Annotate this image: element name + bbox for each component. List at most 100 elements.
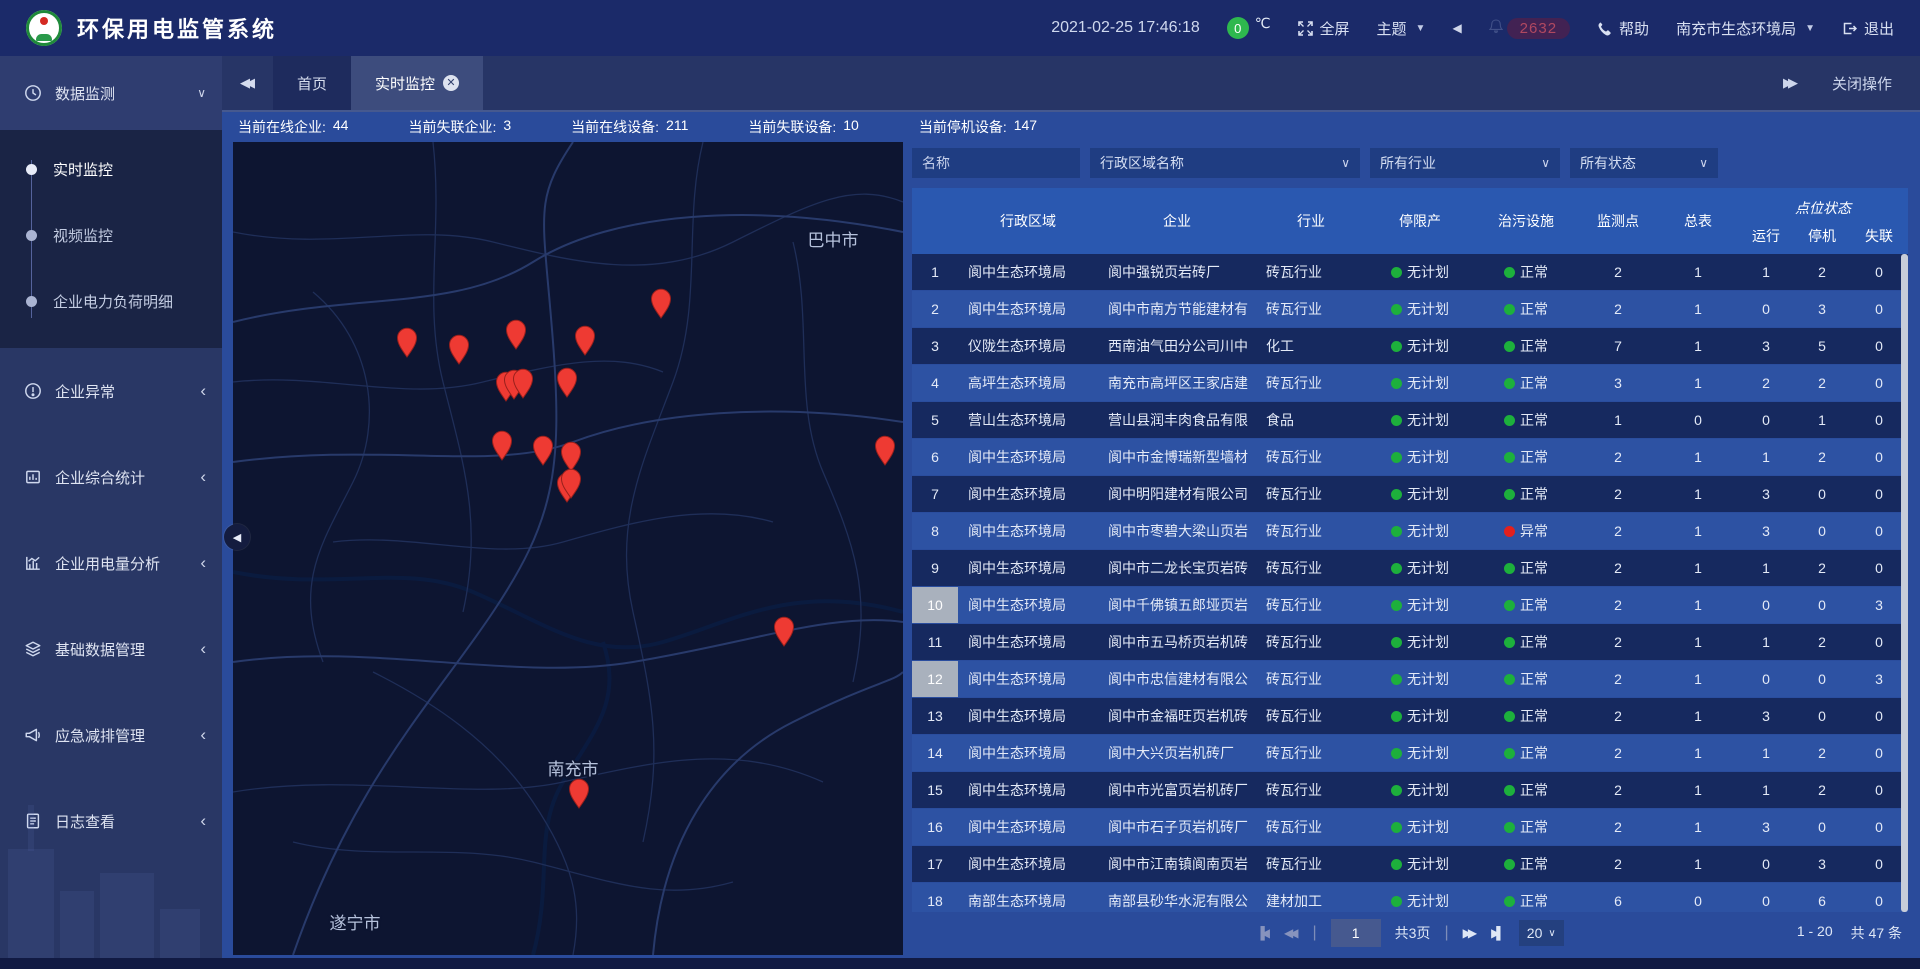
chevron-left-icon: ‹ <box>200 472 206 482</box>
sidebar-subitem[interactable]: 企业电力负荷明细 <box>0 268 222 334</box>
cell-region: 阆中生态环境局 <box>958 595 1098 615</box>
cell-stop-count: 2 <box>1794 560 1850 576</box>
fullscreen-button[interactable]: 全屏 <box>1298 18 1350 39</box>
table-row[interactable]: 10 阆中生态环境局 阆中千佛镇五郎垭页岩 砖瓦行业 无计划 正常 2 1 0 … <box>912 587 1908 624</box>
map-canvas[interactable]: 巴中市南充市遂宁市 <box>233 142 903 955</box>
chevron-down-icon: ∨ <box>1689 156 1708 170</box>
tab-home[interactable]: 首页 <box>273 56 351 110</box>
next-page-icon[interactable]: ▶▶ <box>1463 926 1477 940</box>
sidebar-item[interactable]: 企业异常‹ <box>0 348 222 434</box>
cell-industry: 化工 <box>1256 336 1366 356</box>
table-row[interactable]: 13 阆中生态环境局 阆中市金福旺页岩机砖 砖瓦行业 无计划 正常 2 1 3 … <box>912 698 1908 735</box>
name-search-input[interactable] <box>912 148 1080 178</box>
close-operations-button[interactable]: 关闭操作 <box>1832 73 1892 94</box>
cell-total-meters: 0 <box>1658 893 1738 909</box>
cell-region: 阆中生态环境局 <box>958 854 1098 874</box>
cell-company: 阆中市枣碧大梁山页岩 <box>1098 521 1256 541</box>
range-label: 1 - 20 <box>1797 923 1833 943</box>
sidebar-item[interactable]: 日志查看‹ <box>0 778 222 864</box>
cell-facility-status: 正常 <box>1474 410 1578 430</box>
status-dot <box>1504 341 1515 352</box>
table-row[interactable]: 5 营山生态环境局 营山县润丰肉食品有限 食品 无计划 正常 1 0 0 1 0 <box>912 402 1908 439</box>
sound-toggle-icon[interactable]: ◀ <box>1452 21 1461 35</box>
cell-limit-status: 无计划 <box>1366 484 1474 504</box>
table-row[interactable]: 18 南部生态环境局 南部县砂华水泥有限公 建材加工 无计划 正常 6 0 0 … <box>912 883 1908 912</box>
status-select[interactable]: 所有状态 ∨ <box>1570 148 1718 178</box>
cell-facility-status: 正常 <box>1474 743 1578 763</box>
region-select[interactable]: 行政区域名称 ∨ <box>1090 148 1360 178</box>
cell-lost-count: 0 <box>1850 819 1908 835</box>
table-row[interactable]: 12 阆中生态环境局 阆中市忠信建材有限公 砖瓦行业 无计划 正常 2 1 0 … <box>912 661 1908 698</box>
cell-monitor-points: 2 <box>1578 560 1658 576</box>
cell-total-meters: 1 <box>1658 745 1738 761</box>
cell-industry: 砖瓦行业 <box>1256 743 1366 763</box>
prev-page-icon[interactable]: ◀◀ <box>1284 926 1298 940</box>
cell-lost-count: 0 <box>1850 338 1908 354</box>
org-dropdown[interactable]: 南充市生态环境局 ▼ <box>1676 18 1815 39</box>
cell-facility-status: 正常 <box>1474 262 1578 282</box>
cell-stop-count: 0 <box>1794 708 1850 724</box>
page-number-input[interactable] <box>1331 919 1381 947</box>
col-header-limit: 停限产 <box>1366 188 1474 254</box>
map-panel[interactable]: 巴中市南充市遂宁市 <box>233 142 903 955</box>
status-dot <box>1391 859 1402 870</box>
table-row[interactable]: 17 阆中生态环境局 阆中市江南镇阆南页岩 砖瓦行业 无计划 正常 2 1 0 … <box>912 846 1908 883</box>
cell-total-meters: 1 <box>1658 523 1738 539</box>
col-header-industry: 行业 <box>1256 188 1366 254</box>
status-dot <box>1504 415 1515 426</box>
sidebar-item[interactable]: 应急减排管理‹ <box>0 692 222 778</box>
tab-bar-right: ▶▶ 关闭操作 <box>1783 56 1920 110</box>
table-row[interactable]: 15 阆中生态环境局 阆中市光富页岩机砖厂 砖瓦行业 无计划 正常 2 1 1 … <box>912 772 1908 809</box>
cell-region: 阆中生态环境局 <box>958 558 1098 578</box>
status-dot <box>1391 267 1402 278</box>
table-row[interactable]: 7 阆中生态环境局 阆中明阳建材有限公司 砖瓦行业 无计划 正常 2 1 3 0… <box>912 476 1908 513</box>
table-scrollbar[interactable] <box>1901 254 1908 912</box>
tab-close-icon[interactable]: ✕ <box>443 75 459 91</box>
sidebar-group: 企业综合统计‹ <box>0 434 222 520</box>
sidebar-item[interactable]: 企业综合统计‹ <box>0 434 222 520</box>
chevron-down-icon: ∨ <box>1331 156 1350 170</box>
tabs-scroll-right-icon[interactable]: ▶▶ <box>1783 75 1798 91</box>
table-row[interactable]: 14 阆中生态环境局 阆中大兴页岩机砖厂 砖瓦行业 无计划 正常 2 1 1 2… <box>912 735 1908 772</box>
sidebar-subitem[interactable]: 实时监控 <box>0 136 222 202</box>
cell-limit-status: 无计划 <box>1366 817 1474 837</box>
col-header-run: 运行 <box>1738 218 1794 254</box>
sidebar-collapse-button[interactable]: ◀ <box>224 524 250 550</box>
sidebar-item[interactable]: 基础数据管理‹ <box>0 606 222 692</box>
page-size-select[interactable]: 20 ∨ <box>1519 920 1564 946</box>
sidebar-item[interactable]: 企业用电量分析‹ <box>0 520 222 606</box>
notification-widget[interactable]: 2632 <box>1489 18 1570 39</box>
logout-button[interactable]: 退出 <box>1842 18 1894 39</box>
table-row[interactable]: 9 阆中生态环境局 阆中市二龙长宝页岩砖 砖瓦行业 无计划 正常 2 1 1 2… <box>912 550 1908 587</box>
table-row[interactable]: 4 高坪生态环境局 南充市高坪区王家店建 砖瓦行业 无计划 正常 3 1 2 2… <box>912 365 1908 402</box>
sidebar-item[interactable]: 数据监测∨ <box>0 56 222 130</box>
table-row[interactable]: 16 阆中生态环境局 阆中市石子页岩机砖厂 砖瓦行业 无计划 正常 2 1 3 … <box>912 809 1908 846</box>
table-row[interactable]: 1 阆中生态环境局 阆中强锐页岩砖厂 砖瓦行业 无计划 正常 2 1 1 2 0 <box>912 254 1908 291</box>
industry-select[interactable]: 所有行业 ∨ <box>1370 148 1560 178</box>
cell-company: 南部县砂华水泥有限公 <box>1098 891 1256 911</box>
app-root: 环保用电监管系统 2021-02-25 17:46:18 0 ℃ 全屏 主题 ▼… <box>0 0 1920 969</box>
status-dot <box>1504 267 1515 278</box>
tab-realtime-monitor[interactable]: 实时监控 ✕ <box>351 56 483 110</box>
cell-facility-status: 正常 <box>1474 373 1578 393</box>
cell-monitor-points: 2 <box>1578 486 1658 502</box>
cell-industry: 砖瓦行业 <box>1256 854 1366 874</box>
sidebar-subitem[interactable]: 视频监控 <box>0 202 222 268</box>
tabs-scroll-left-icon[interactable]: ◀◀ <box>222 56 273 110</box>
table-row[interactable]: 2 阆中生态环境局 阆中市南方节能建材有 砖瓦行业 无计划 正常 2 1 0 3… <box>912 291 1908 328</box>
cell-region: 营山生态环境局 <box>958 410 1098 430</box>
cell-run-count: 0 <box>1738 597 1794 613</box>
table-row[interactable]: 6 阆中生态环境局 阆中市金博瑞新型墙材 砖瓦行业 无计划 正常 2 1 1 2… <box>912 439 1908 476</box>
cell-facility-status: 正常 <box>1474 558 1578 578</box>
table-row[interactable]: 8 阆中生态环境局 阆中市枣碧大梁山页岩 砖瓦行业 无计划 异常 2 1 3 0… <box>912 513 1908 550</box>
theme-dropdown[interactable]: 主题 ▼ <box>1377 18 1426 39</box>
help-button[interactable]: 帮助 <box>1597 18 1649 39</box>
first-page-icon[interactable]: ▐◀ <box>1256 926 1270 940</box>
table-row[interactable]: 3 仪陇生态环境局 西南油气田分公司川中 化工 无计划 正常 7 1 3 5 0 <box>912 328 1908 365</box>
last-page-icon[interactable]: ▶▌ <box>1491 926 1505 940</box>
chevron-down-icon: ∨ <box>1531 156 1550 170</box>
status-dot <box>1504 452 1515 463</box>
cell-facility-status: 正常 <box>1474 817 1578 837</box>
table-row[interactable]: 11 阆中生态环境局 阆中市五马桥页岩机砖 砖瓦行业 无计划 正常 2 1 1 … <box>912 624 1908 661</box>
row-number: 6 <box>912 439 958 475</box>
